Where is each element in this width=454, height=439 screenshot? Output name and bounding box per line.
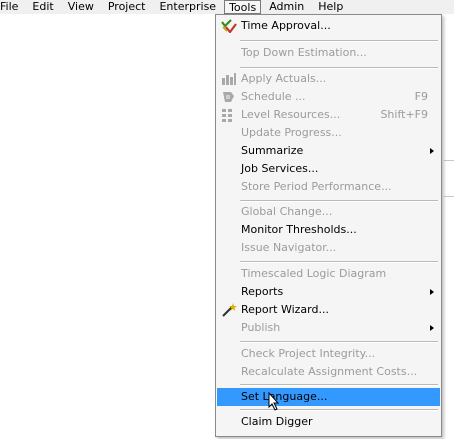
menu-separator — [240, 384, 438, 386]
menu-item-label: Report Wizard... — [241, 303, 329, 316]
menu-project[interactable]: Project — [101, 0, 153, 14]
menu-item-label: Apply Actuals... — [241, 72, 327, 85]
menu-item-timescaled-logic-diagram[interactable]: Timescaled Logic Diagram — [217, 265, 440, 283]
submenu-arrow-icon — [430, 325, 434, 331]
menu-file[interactable]: File — [0, 0, 25, 14]
menu-admin[interactable]: Admin — [262, 0, 311, 14]
menu-view[interactable]: View — [61, 0, 101, 14]
menu-item-store-period-performance[interactable]: Store Period Performance... — [217, 178, 440, 196]
tools-dropdown-menu: Time Approval... Top Down Estimation... … — [215, 14, 442, 437]
menu-separator — [240, 261, 438, 263]
menu-item-label: Summarize — [241, 144, 304, 157]
menu-bar: File Edit View Project Enterprise Tools … — [0, 0, 454, 14]
menu-item-job-services[interactable]: Job Services... — [217, 160, 440, 178]
menu-item-top-down-estimation[interactable]: Top Down Estimation... — [217, 44, 440, 62]
menu-item-label: Update Progress... — [241, 126, 342, 139]
report-wizard-wand-icon — [221, 303, 237, 317]
menu-item-label: Level Resources... — [241, 108, 341, 121]
menu-item-label: Issue Navigator... — [241, 241, 337, 254]
menu-item-label: Store Period Performance... — [241, 180, 392, 193]
menu-item-label: Claim Digger — [241, 415, 313, 428]
menu-item-label: Set Language... — [241, 390, 328, 403]
menu-item-label: Check Project Integrity... — [241, 347, 376, 360]
background-divider — [444, 196, 454, 197]
submenu-arrow-icon — [430, 289, 434, 295]
menu-edit[interactable]: Edit — [25, 0, 60, 14]
schedule-icon — [221, 90, 237, 104]
menu-separator — [240, 200, 438, 202]
menu-separator — [240, 67, 438, 69]
menu-item-publish[interactable]: Publish — [217, 319, 440, 337]
menu-item-claim-digger[interactable]: Claim Digger — [217, 413, 440, 431]
menu-item-update-progress[interactable]: Update Progress... — [217, 124, 440, 142]
menu-item-label: Monitor Thresholds... — [241, 223, 357, 236]
menu-item-label: Global Change... — [241, 205, 333, 218]
menu-item-label: Top Down Estimation... — [241, 46, 367, 59]
menu-item-global-change[interactable]: Global Change... — [217, 203, 440, 221]
menu-item-label: Time Approval... — [241, 19, 331, 32]
submenu-arrow-icon — [430, 148, 434, 154]
mouse-pointer-icon — [268, 391, 280, 414]
menu-item-schedule[interactable]: Schedule ... F9 — [217, 88, 440, 106]
menu-item-label: Schedule ... — [241, 90, 306, 103]
menu-item-label: Reports — [241, 285, 284, 298]
menu-separator — [240, 40, 438, 42]
menu-item-report-wizard[interactable]: Report Wizard... — [217, 301, 440, 319]
menu-item-reports[interactable]: Reports — [217, 283, 440, 301]
menu-item-summarize[interactable]: Summarize — [217, 142, 440, 160]
menu-item-shortcut: Shift+F9 — [380, 108, 428, 121]
menu-item-label: Timescaled Logic Diagram — [241, 267, 387, 280]
menu-item-time-approval[interactable]: Time Approval... — [217, 17, 440, 35]
menu-item-label: Job Services... — [241, 162, 319, 175]
level-resources-icon — [221, 108, 237, 122]
menu-item-check-project-integrity[interactable]: Check Project Integrity... — [217, 345, 440, 363]
menu-tools[interactable]: Tools — [224, 0, 262, 14]
background-divider — [444, 160, 454, 161]
menu-item-apply-actuals[interactable]: Apply Actuals... — [217, 70, 440, 88]
menu-separator — [240, 341, 438, 343]
menu-item-label: Recalculate Assignment Costs... — [241, 365, 418, 378]
menu-item-issue-navigator[interactable]: Issue Navigator... — [217, 239, 440, 257]
menu-help[interactable]: Help — [311, 0, 350, 14]
time-approval-check-icon — [221, 19, 237, 33]
menu-item-monitor-thresholds[interactable]: Monitor Thresholds... — [217, 221, 440, 239]
menu-enterprise[interactable]: Enterprise — [152, 0, 223, 14]
menu-item-level-resources[interactable]: Level Resources... Shift+F9 — [217, 106, 440, 124]
menu-item-set-language[interactable]: Set Language... — [217, 388, 440, 406]
apply-actuals-icon — [221, 72, 237, 86]
menu-item-recalculate-assignment-costs[interactable]: Recalculate Assignment Costs... — [217, 363, 440, 381]
menu-item-label: Publish — [241, 321, 281, 334]
menu-item-shortcut: F9 — [414, 90, 428, 103]
